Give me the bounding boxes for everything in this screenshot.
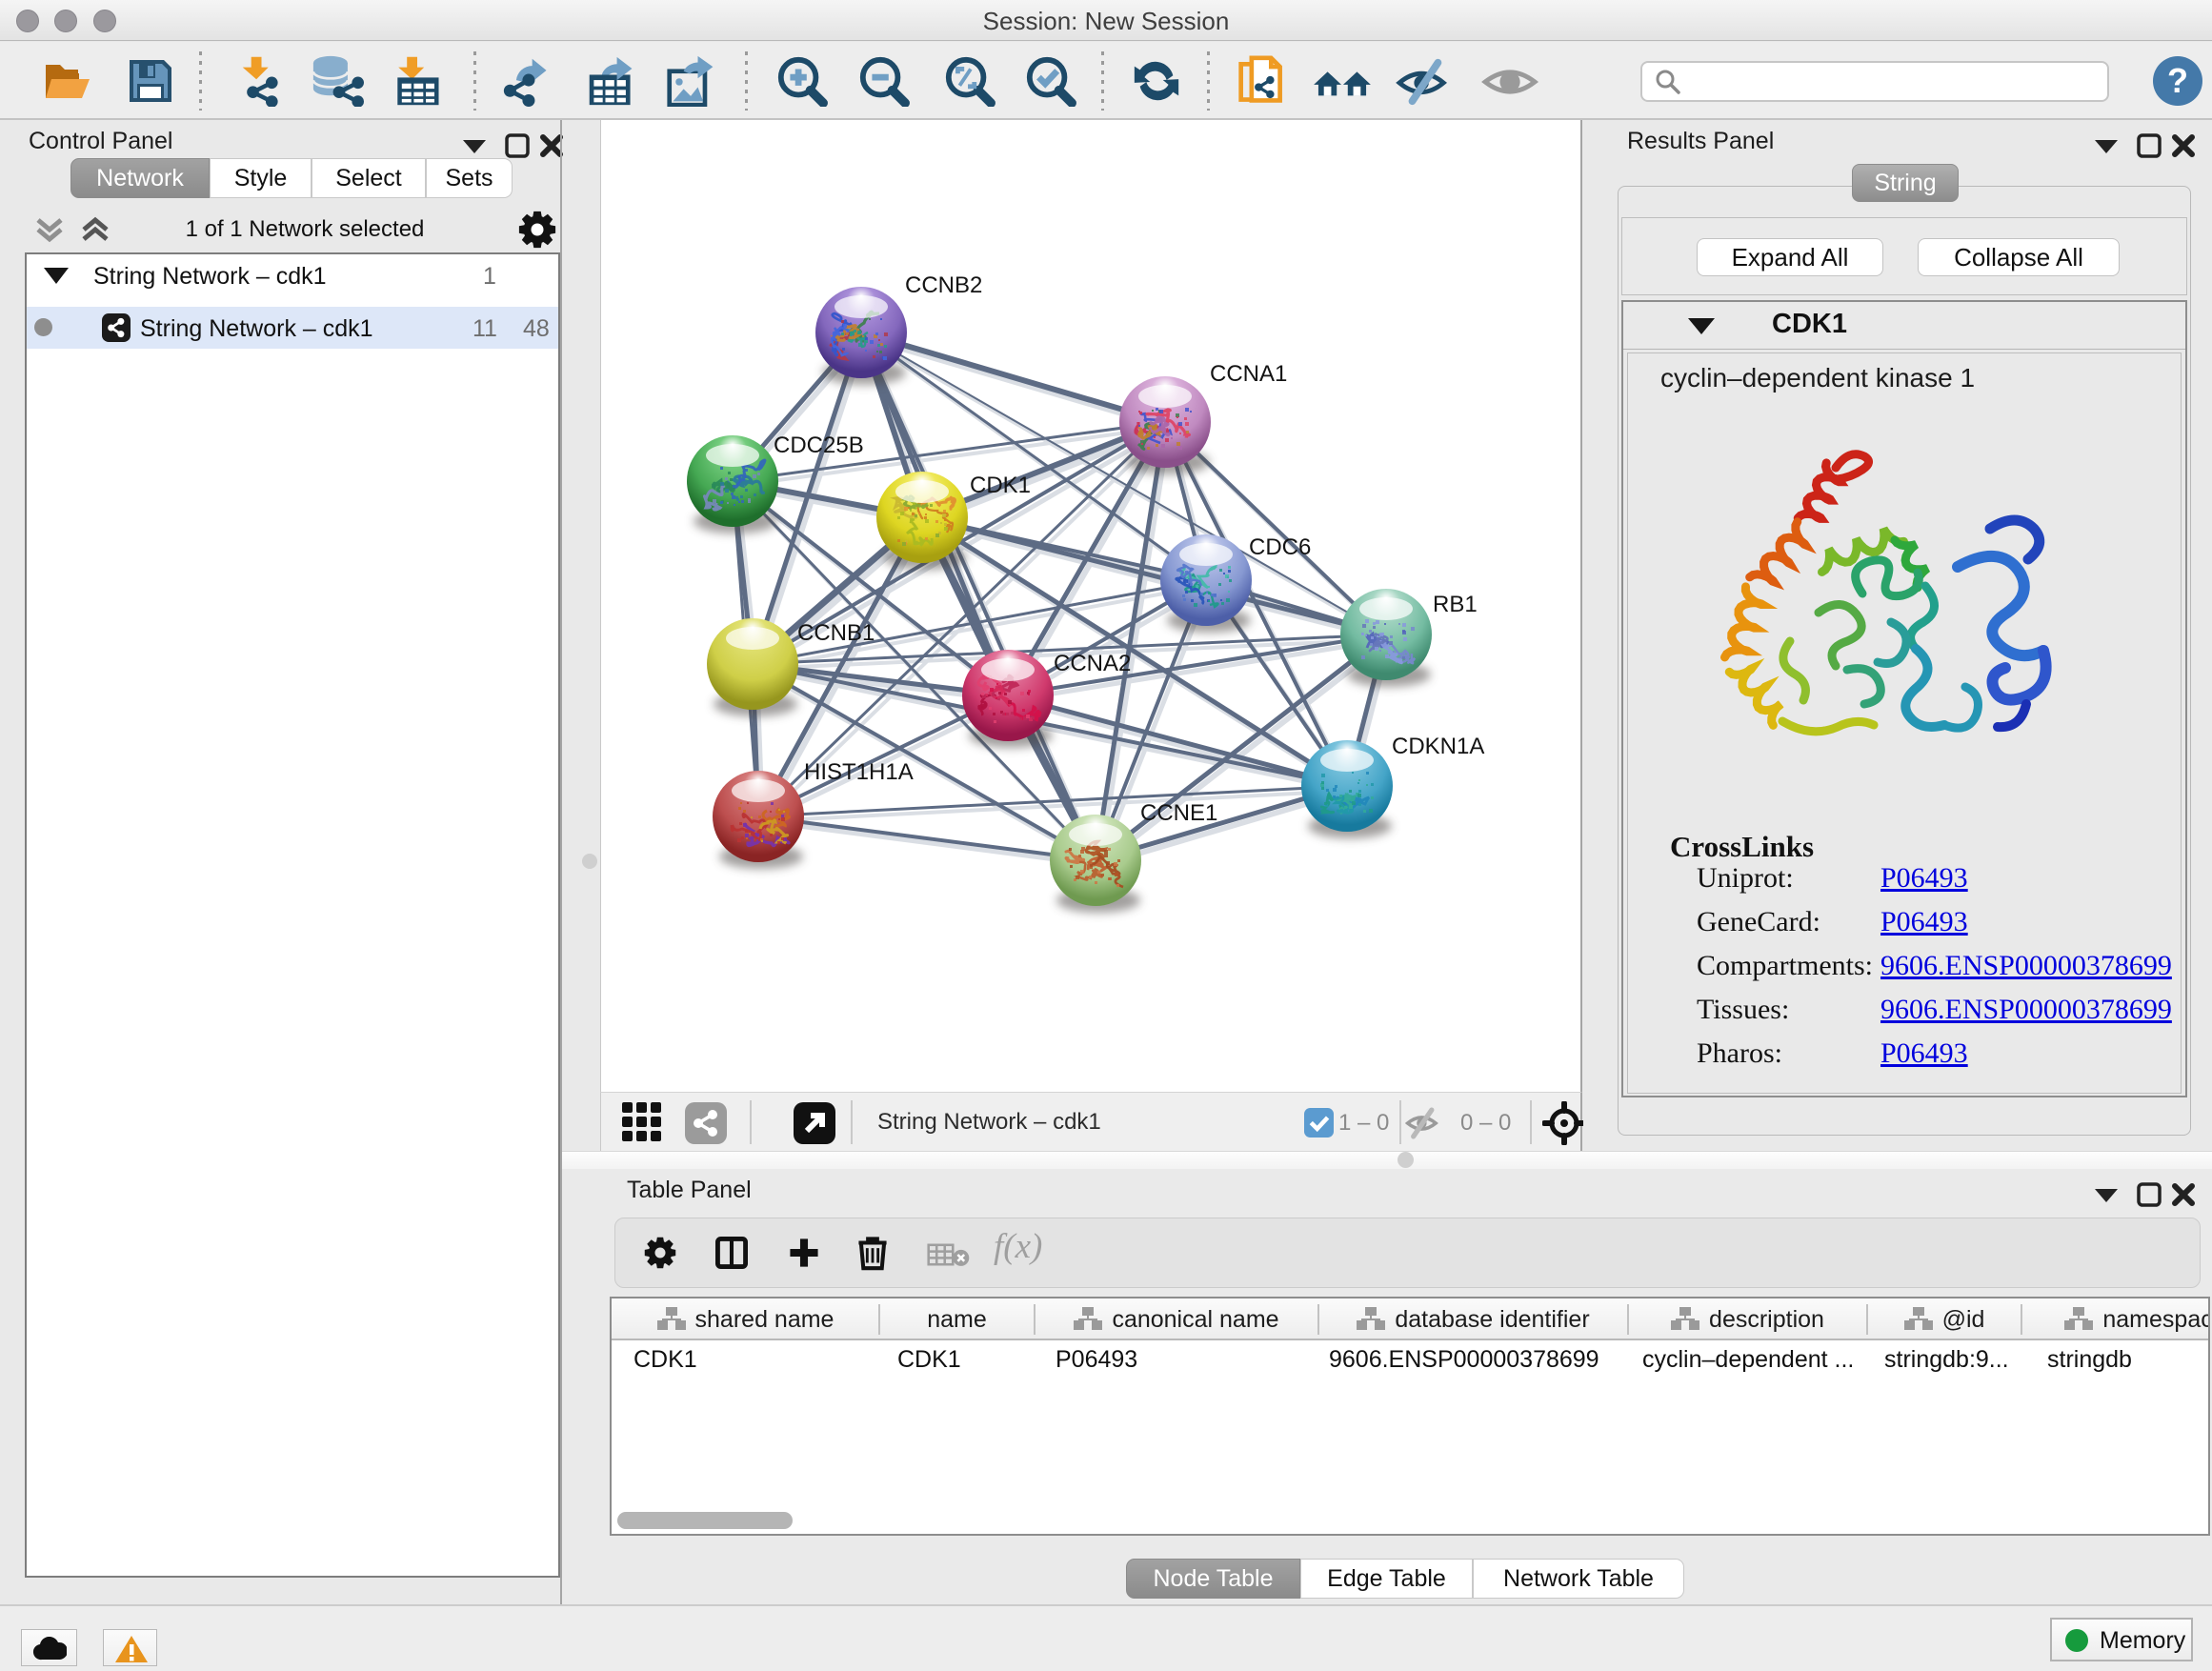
svg-text:CCNB1: CCNB1 [797,620,875,646]
svg-text:HIST1H1A: HIST1H1A [804,759,914,785]
svg-text:CDC25B: CDC25B [774,433,864,458]
svg-text:CDC6: CDC6 [1249,534,1311,560]
svg-text:?: ? [2167,61,2188,100]
svg-text:CDKN1A: CDKN1A [1392,734,1484,759]
svg-text:CCNB2: CCNB2 [905,272,982,298]
svg-text:CCNA2: CCNA2 [1054,651,1131,676]
svg-text:CDK1: CDK1 [970,473,1031,498]
svg-text:RB1: RB1 [1433,592,1478,617]
svg-text:CCNA1: CCNA1 [1210,361,1287,387]
svg-text:CCNE1: CCNE1 [1140,800,1217,826]
